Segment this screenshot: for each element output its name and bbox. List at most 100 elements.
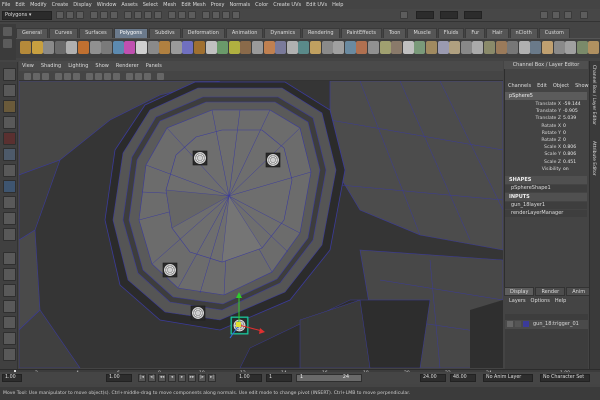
shelf-tool-icon[interactable] — [507, 41, 519, 54]
layer-row[interactable]: gun_18:trigger_01 — [505, 320, 588, 329]
shelf-tab-hair[interactable]: Hair — [486, 28, 509, 38]
lighting-icon[interactable] — [135, 73, 142, 80]
mode-selector[interactable]: Polygons ▾ — [2, 11, 52, 20]
shelf-tool-icon[interactable] — [391, 41, 403, 54]
select-component-icon[interactable] — [110, 11, 118, 19]
render-view-icon[interactable] — [202, 11, 210, 19]
shelf-tool-icon[interactable] — [542, 41, 553, 54]
shelf-tool-icon[interactable] — [194, 41, 205, 54]
shelf-tool-icon[interactable] — [89, 41, 101, 54]
layout-persp-graph-icon[interactable] — [3, 252, 16, 265]
snap-grid-icon[interactable] — [124, 11, 132, 19]
channel-row-visibility[interactable]: Visibility on — [505, 166, 587, 173]
smooth-shade-icon[interactable] — [95, 73, 102, 80]
shelf-tool-icon[interactable] — [530, 41, 542, 54]
snap-point-icon[interactable] — [144, 11, 152, 19]
channel-box-menu-object[interactable]: Object — [553, 83, 569, 89]
channel-row-rotate-z[interactable]: Rotate Z0 — [505, 137, 587, 144]
shelf-tab-dynamics[interactable]: Dynamics — [264, 28, 302, 38]
shelf-tool-icon[interactable] — [449, 41, 461, 54]
channel-value[interactable]: on — [563, 166, 587, 173]
shelf-tool-icon[interactable] — [414, 41, 426, 54]
shelf-tab-custom[interactable]: Custom — [538, 28, 570, 38]
shelf-tool-icon[interactable] — [112, 41, 124, 54]
channel-value[interactable]: 0.451 — [563, 159, 587, 166]
shelf-tab-painteffects[interactable]: PaintEffects — [340, 28, 382, 38]
bookmark-icon[interactable] — [33, 73, 40, 80]
channel-value[interactable]: 0 — [563, 123, 587, 130]
shelf-tool-icon[interactable] — [101, 41, 113, 54]
shelf-tool-icon[interactable] — [31, 41, 43, 54]
shelf-tab-toon[interactable]: Toon — [382, 28, 407, 38]
play-backward-icon[interactable]: ◂ — [168, 374, 176, 382]
panel-menu-show[interactable]: Show — [95, 63, 109, 69]
shelf-tool-icon[interactable] — [159, 41, 171, 54]
layout-single-icon[interactable] — [3, 196, 16, 209]
shelf-tool-icon[interactable] — [437, 41, 449, 54]
channel-box-menu-show[interactable]: Show — [575, 83, 589, 89]
channel-value[interactable]: 0 — [563, 130, 587, 137]
range-end-field[interactable]: 24.00 — [420, 374, 446, 382]
input-node[interactable]: gun_18layer1 — [505, 202, 587, 209]
render-current-icon[interactable] — [212, 11, 220, 19]
layer-tab-anim[interactable]: Anim — [566, 287, 592, 296]
channel-row-scale-x[interactable]: Scale X 0.806 — [505, 144, 587, 151]
shelf-tool-icon[interactable] — [402, 41, 414, 54]
last-tool-icon[interactable] — [3, 180, 16, 193]
open-scene-icon[interactable] — [66, 11, 74, 19]
channel-row-rotate-x[interactable]: Rotate X0 — [505, 123, 587, 130]
isolate-select-icon[interactable] — [157, 73, 164, 80]
grid-toggle-icon[interactable] — [55, 73, 62, 80]
shelf-tool-icon[interactable] — [252, 41, 263, 54]
shelf-tool-icon[interactable] — [66, 41, 78, 54]
shelf-tool-icon[interactable] — [484, 41, 495, 54]
channel-row-translate-z[interactable]: Translate Z 5.039 — [505, 115, 587, 122]
shape-node[interactable]: pSphereShape1 — [505, 185, 587, 192]
channel-row-translate-x[interactable]: Translate X -59.144 — [505, 101, 587, 108]
shadows-icon[interactable] — [144, 73, 151, 80]
move-tool-icon[interactable] — [3, 116, 16, 129]
render-settings-icon[interactable] — [232, 11, 240, 19]
select-hierarchy-icon[interactable] — [90, 11, 98, 19]
construction-history-icon[interactable] — [188, 11, 196, 19]
shelf-tool-icon[interactable] — [333, 41, 345, 54]
menu-mesh[interactable]: Mesh — [163, 2, 176, 8]
wireframe-icon[interactable] — [86, 73, 93, 80]
next-key-icon[interactable]: ▸▸ — [188, 374, 196, 382]
channel-box-menu-edit[interactable]: Edit — [537, 83, 547, 89]
shelf-tool-icon[interactable] — [20, 41, 31, 54]
shelf-tool-icon[interactable] — [310, 41, 321, 54]
input-icon[interactable] — [168, 11, 176, 19]
layout-hypershade-icon[interactable] — [3, 268, 16, 281]
shelf-tool-icon[interactable] — [565, 41, 577, 54]
layer-visibility-toggle[interactable] — [507, 321, 513, 327]
channel-row-scale-z[interactable]: Scale Z 0.451 — [505, 159, 587, 166]
range-slider[interactable]: 1 24 — [296, 374, 362, 382]
channel-row-translate-y[interactable]: Translate Y -0.905 — [505, 108, 587, 115]
anim-layer-selector[interactable]: No Anim Layer — [483, 374, 533, 382]
menu-create-uvs[interactable]: Create UVs — [273, 2, 301, 8]
shelf-tool-icon[interactable] — [379, 41, 391, 54]
layer-menu-options[interactable]: Options — [531, 298, 550, 304]
shelf-tool-icon[interactable] — [217, 41, 229, 54]
channel-box-menu-channels[interactable]: Channels — [508, 83, 531, 89]
channel-value[interactable]: 0 — [563, 137, 587, 144]
shelf-tab-curves[interactable]: Curves — [48, 28, 79, 38]
anim-start-field[interactable]: 1 — [266, 374, 292, 382]
quick-field-x[interactable] — [416, 11, 434, 19]
shelf-tool-icon[interactable] — [460, 41, 472, 54]
shelf-tool-icon[interactable] — [263, 41, 275, 54]
rotate-tool-icon[interactable] — [3, 132, 16, 145]
menu-file[interactable]: File — [2, 2, 10, 8]
shelf-tool-icon[interactable] — [182, 41, 194, 54]
select-object-icon[interactable] — [100, 11, 108, 19]
layout-side-icon[interactable] — [3, 228, 16, 241]
channel-value[interactable]: 5.039 — [563, 115, 587, 122]
selected-object-name[interactable]: pSphere5 — [505, 92, 587, 100]
input-mode-icon[interactable] — [400, 11, 408, 19]
shelf-tool-icon[interactable] — [240, 41, 252, 54]
step-forward-icon[interactable]: |▸ — [198, 374, 206, 382]
menu-color[interactable]: Color — [255, 2, 268, 8]
menu-select[interactable]: Select — [143, 2, 158, 8]
shelf-tab-deformation[interactable]: Deformation — [181, 28, 225, 38]
